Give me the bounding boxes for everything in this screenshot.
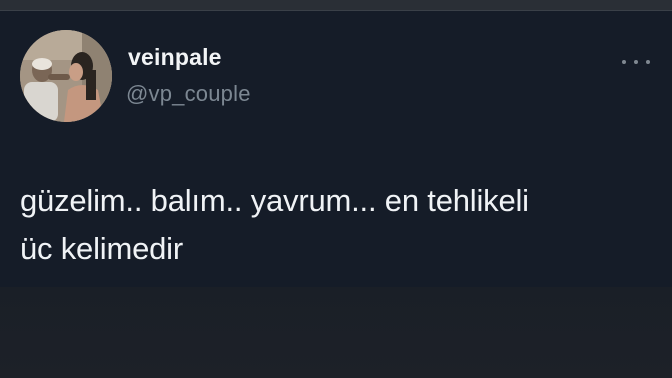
- tweet-text-line: güzelim.. balım.. yavrum... en tehlikeli: [20, 183, 529, 218]
- more-horizontal-icon: [646, 60, 650, 64]
- avatar[interactable]: [20, 30, 112, 122]
- background-area: [0, 287, 672, 378]
- tweet-text-line: üc kelimedir: [20, 231, 183, 266]
- tweet-card: veinpale @vp_couple güzelim.. balım.. ya…: [0, 11, 672, 287]
- more-options-button[interactable]: [622, 55, 650, 69]
- tweet-text: güzelim.. balım.. yavrum... en tehlikeli…: [20, 177, 660, 273]
- user-handle[interactable]: @vp_couple: [126, 81, 251, 107]
- display-name[interactable]: veinpale: [128, 44, 222, 71]
- more-horizontal-icon: [634, 60, 638, 64]
- top-image-strip: [0, 0, 672, 10]
- more-horizontal-icon: [622, 60, 626, 64]
- profile-photo-icon: [20, 30, 112, 122]
